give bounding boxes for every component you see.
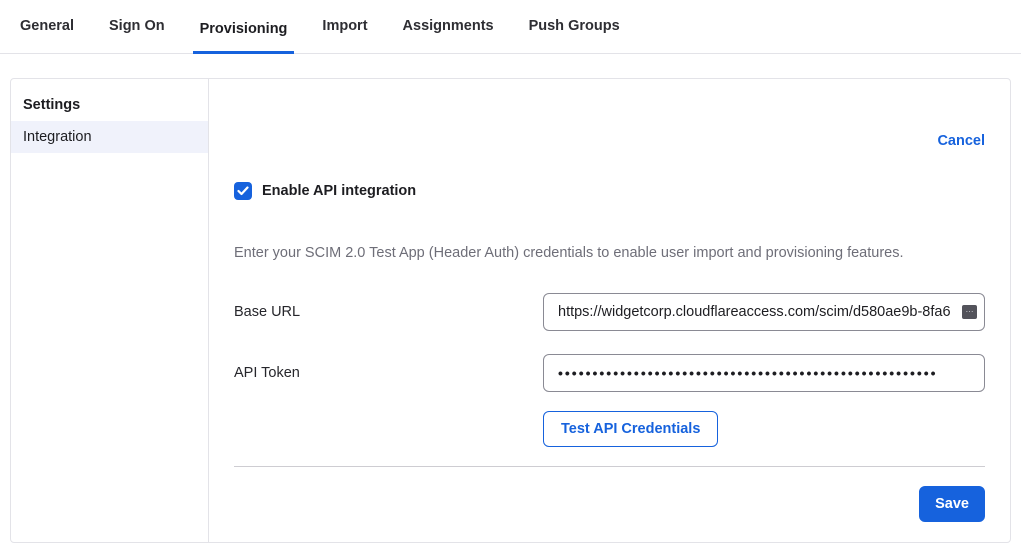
provisioning-panel: Settings Integration Cancel Enable API i…	[10, 78, 1011, 543]
api-token-input[interactable]	[543, 354, 985, 392]
test-api-credentials-button[interactable]: Test API Credentials	[543, 411, 718, 447]
enable-api-label: Enable API integration	[262, 183, 416, 199]
base-url-input[interactable]	[543, 293, 985, 331]
base-url-row: Base URL ⋯	[234, 293, 985, 331]
save-row: Save	[234, 486, 985, 522]
tab-general[interactable]: General	[13, 18, 81, 54]
settings-sidebar: Settings Integration	[11, 79, 209, 542]
api-token-row: API Token	[234, 354, 985, 392]
cancel-row: Cancel	[234, 132, 985, 152]
tab-provisioning[interactable]: Provisioning	[193, 21, 295, 54]
integration-settings-form: Cancel Enable API integration Enter your…	[209, 79, 1010, 542]
api-token-input-wrap	[543, 354, 985, 392]
tab-push-groups[interactable]: Push Groups	[522, 18, 627, 54]
save-button[interactable]: Save	[919, 486, 985, 522]
base-url-input-wrap: ⋯	[543, 293, 985, 331]
test-credentials-row: Test API Credentials	[234, 411, 985, 447]
base-url-label: Base URL	[234, 304, 543, 320]
tab-sign-on[interactable]: Sign On	[102, 18, 172, 54]
cancel-button[interactable]: Cancel	[937, 133, 985, 149]
api-token-label: API Token	[234, 365, 543, 381]
sidebar-item-integration[interactable]: Integration	[11, 121, 208, 153]
tab-assignments[interactable]: Assignments	[396, 18, 501, 54]
enable-api-row: Enable API integration	[234, 181, 985, 201]
form-divider	[234, 466, 985, 467]
tab-import[interactable]: Import	[315, 18, 374, 54]
check-icon	[237, 186, 249, 196]
credentials-description: Enter your SCIM 2.0 Test App (Header Aut…	[234, 243, 985, 263]
text-cursor-block-icon: ⋯	[962, 305, 977, 319]
sidebar-heading: Settings	[11, 89, 208, 121]
app-tab-bar: General Sign On Provisioning Import Assi…	[0, 0, 1021, 54]
enable-api-checkbox[interactable]	[234, 182, 252, 200]
